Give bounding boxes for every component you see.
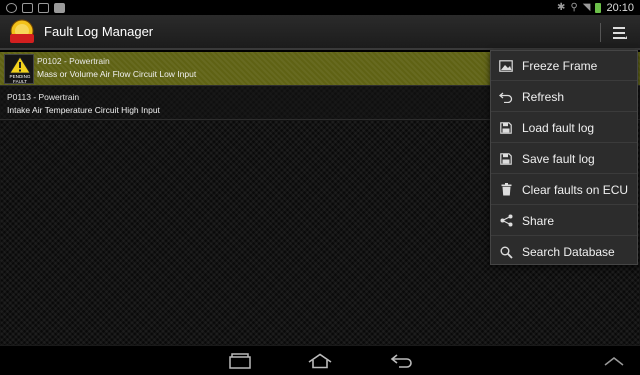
status-bar-notifications: [6, 2, 65, 13]
menu-item-label: Refresh: [522, 89, 565, 104]
clock: 20:10: [606, 1, 634, 14]
back-button[interactable]: [388, 351, 416, 371]
menu-item-label: Share: [522, 213, 555, 228]
menu-item-label: Clear faults on ECU: [522, 182, 629, 197]
svg-text:FAULT: FAULT: [13, 79, 27, 84]
menu-item-label: Save fault log: [522, 151, 595, 166]
menu-item-refresh[interactable]: Refresh: [491, 82, 637, 112]
page-title: Fault Log Manager: [44, 24, 154, 39]
search-icon: [498, 244, 514, 260]
menu-item-label: Freeze Frame: [522, 58, 598, 73]
action-bar: Fault Log Manager: [0, 15, 640, 50]
menu-item-save-fault-log[interactable]: Save fault log: [491, 144, 637, 174]
youtube-icon: [54, 2, 65, 13]
fault-code: P0113 - Powertrain: [7, 92, 80, 102]
fault-code: P0102 - Powertrain: [37, 56, 110, 66]
show-more-button[interactable]: [600, 351, 628, 371]
usb-icon: ⚲: [570, 1, 578, 13]
menu-item-freeze-frame[interactable]: Freeze Frame: [491, 51, 637, 81]
wifi-icon: ◥: [582, 1, 591, 13]
save-icon: [498, 120, 514, 136]
chevron-up-icon: [604, 357, 624, 366]
location-icon: [6, 2, 17, 13]
overflow-menu-button[interactable]: [600, 15, 640, 50]
status-bar: ✱ ⚲ ◥ 20:10: [0, 0, 640, 15]
overflow-menu-icon: [613, 26, 627, 39]
divider: [600, 23, 601, 42]
image-icon: [498, 58, 514, 74]
undo-icon: [498, 89, 514, 105]
trash-icon: [498, 182, 514, 198]
fault-description: Intake Air Temperature Circuit High Inpu…: [7, 105, 160, 115]
overflow-menu: Freeze Frame Refresh Load fault log Save…: [490, 50, 638, 265]
home-icon: [308, 353, 332, 369]
menu-item-label: Load fault log: [522, 120, 595, 135]
menu-item-load-fault-log[interactable]: Load fault log: [491, 113, 637, 143]
bluetooth-icon: ✱: [557, 1, 566, 13]
gmail-icon: [38, 2, 49, 13]
recent-apps-icon: [229, 353, 251, 369]
menu-item-share[interactable]: Share: [491, 206, 637, 236]
share-icon: [498, 213, 514, 229]
status-bar-system: ✱ ⚲ ◥ 20:10: [557, 2, 634, 14]
recent-apps-button[interactable]: [226, 351, 254, 371]
home-button[interactable]: [306, 351, 334, 371]
app-logo[interactable]: [8, 18, 36, 46]
battery-icon: [595, 2, 602, 13]
menu-item-search-database[interactable]: Search Database: [491, 237, 637, 267]
back-icon: [390, 354, 412, 368]
pending-fault-icon: PENDING FAULT: [4, 54, 34, 84]
fault-description: Mass or Volume Air Flow Circuit Low Inpu…: [37, 69, 197, 79]
image-icon: [22, 2, 33, 13]
menu-item-clear-faults[interactable]: Clear faults on ECU: [491, 175, 637, 205]
menu-item-label: Search Database: [522, 245, 615, 259]
navigation-bar: [0, 345, 640, 375]
save-icon: [498, 151, 514, 167]
